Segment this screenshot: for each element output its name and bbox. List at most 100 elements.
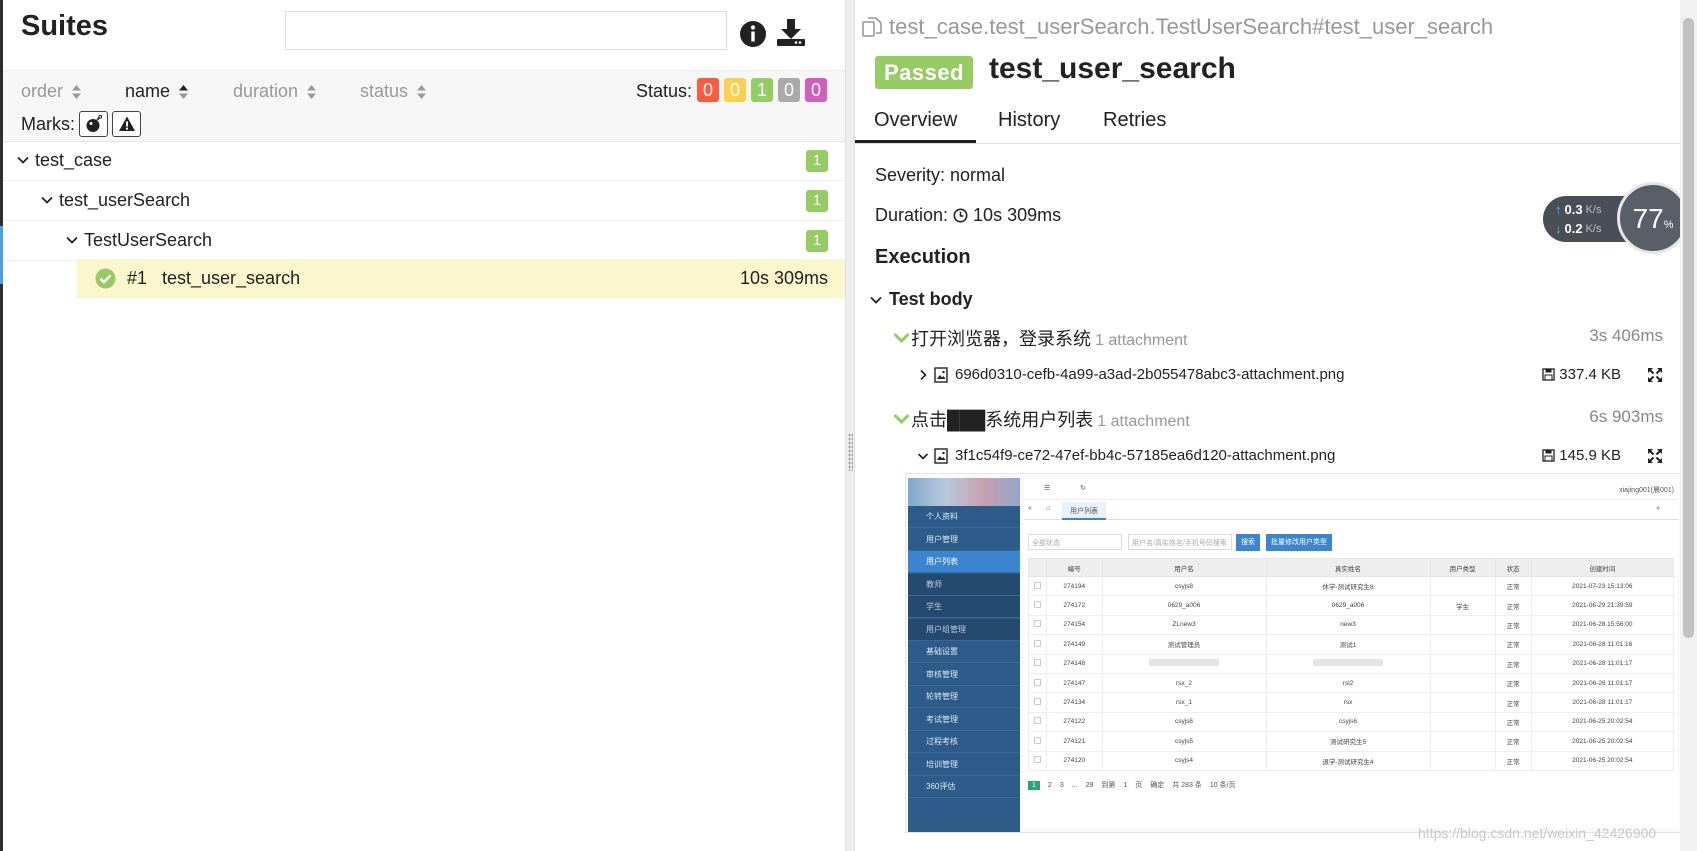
sort-order-label: order	[21, 81, 64, 101]
tab-overview[interactable]: Overview	[855, 109, 977, 143]
preview-row-checkbox	[1028, 653, 1047, 674]
preview-table-cell	[1429, 653, 1496, 674]
preview-nav-item: 轮转管理	[908, 686, 1020, 708]
preview-table-cell: 正常	[1494, 653, 1532, 674]
test-fullname-text: test_case.test_userSearch.TestUserSearch…	[889, 14, 1494, 39]
preview-table-cell: ZLnew3	[1101, 614, 1267, 636]
copy-icon[interactable]	[861, 16, 883, 38]
status-passed-badge[interactable]: 1	[751, 78, 773, 102]
sort-asc-icon	[179, 84, 189, 99]
test-body-toggle[interactable]: Test body	[869, 289, 973, 310]
double-left-icon: «	[1028, 505, 1032, 512]
preview-table-cell: 正常	[1494, 634, 1532, 655]
preview-table-cell: 274149	[1046, 634, 1103, 655]
sort-name[interactable]: name	[125, 81, 189, 102]
tab-retries[interactable]: Retries	[1103, 109, 1166, 140]
tree-node-test-case[interactable]: test_case 1	[3, 141, 845, 181]
test-fullname: test_case.test_userSearch.TestUserSearch…	[861, 14, 1493, 40]
fullscreen-icon[interactable]	[1647, 448, 1663, 464]
preview-table-row: 274134 rsx_1 rsx 正常 2021-06-28 11:01:17	[1028, 692, 1675, 713]
preview-nav-item: 个人资料	[908, 506, 1020, 528]
preview-table-cell: rsx	[1265, 692, 1431, 713]
warning-icon	[118, 116, 135, 131]
preview-table-cell: 2021-06-25 20:02:54	[1530, 731, 1675, 752]
tree-node-count-badge: 1	[806, 150, 828, 172]
preview-pager-item: 页	[1135, 782, 1143, 789]
preview-table-cell: 274154	[1046, 614, 1103, 636]
step-name-text: 打开浏览器，登录系统	[911, 329, 1091, 349]
preview-table-cell: 正常	[1494, 575, 1532, 597]
preview-table-cell: 退学-测试研究生4	[1265, 750, 1431, 771]
preview-table-cell: 0629_a006	[1101, 595, 1267, 616]
attachment-image-preview: 个人资料 用户管理 用户列表 教师 学生 用户组管理 基础设置 审核管理 轮转管理 考试管理 过程考…	[905, 473, 1681, 833]
preview-nav-item: 基础设置	[908, 641, 1020, 663]
sort-status[interactable]: status	[360, 81, 427, 102]
status-filter-counts: 0 0 1 0 0	[697, 78, 827, 102]
download-speed-value: 0.2	[1564, 221, 1583, 236]
fullscreen-icon[interactable]	[1647, 367, 1663, 383]
flaky-mark-button[interactable]	[79, 111, 108, 137]
preview-table-header: 编号 用户名 真实姓名 用户类型 状态 创建时间	[1028, 558, 1675, 577]
step-open-browser[interactable]: 打开浏览器，登录系统 1 attachment 3s 406ms	[893, 324, 1663, 352]
chevron-down-icon	[66, 236, 78, 244]
preview-search-field: 用户名/真实姓名/手机号码搜索	[1128, 534, 1232, 550]
duration-row: Duration: 10s 309ms	[875, 205, 1061, 226]
network-speed-widget[interactable]: ↑ 0.3 K/s ↓ 0.2 K/s 77%	[1543, 182, 1691, 254]
preview-table-cell: 正常	[1494, 750, 1532, 771]
sort-duration[interactable]: duration	[233, 81, 317, 102]
step-click-user-list[interactable]: 点击███系统用户列表 1 attachment 6s 903ms	[893, 405, 1663, 433]
download-speed: ↓ 0.2 K/s	[1555, 221, 1601, 236]
menu-icon: ☰	[1044, 485, 1051, 492]
test-result-row[interactable]: #1 test_user_search 10s 309ms	[77, 259, 845, 298]
preview-table-cell: rsl2	[1265, 672, 1431, 694]
preview-table-row: 274149 测试管理员 测试1 正常 2021-06-28 11:01:16	[1028, 634, 1675, 655]
attachment-row-expanded[interactable]: 3f1c54f9-ce72-47ef-bb4c-57185ea6d120-att…	[917, 444, 1663, 470]
memory-usage-value: 77	[1632, 203, 1664, 234]
preview-pager-item: 1	[1123, 781, 1128, 789]
preview-column-header: 真实姓名	[1265, 558, 1431, 577]
tree-node-testusersearch-class[interactable]: TestUserSearch 1	[3, 221, 845, 261]
tab-history[interactable]: History	[998, 109, 1060, 140]
memory-usage-percent: 77%	[1620, 203, 1686, 235]
preview-user-table: 编号 用户名 真实姓名 用户类型 状态 创建时间 274194 csyjs8 休学-测试研究生…	[1028, 558, 1675, 771]
status-broken-badge[interactable]: 0	[724, 78, 746, 102]
pane-splitter[interactable]	[845, 0, 855, 851]
status-skipped-badge[interactable]: 0	[778, 78, 800, 102]
preview-table-cell: 学生	[1429, 595, 1496, 616]
detail-scrollbar-thumb[interactable]	[1683, 18, 1694, 638]
attachment-name: 696d0310-cefb-4a99-a3ad-2b055478abc3-att…	[955, 366, 1345, 383]
preview-table-cell: 274172	[1046, 595, 1103, 616]
attachment-row[interactable]: 696d0310-cefb-4a99-a3ad-2b055478abc3-att…	[917, 363, 1663, 389]
status-filter-label: Status:	[636, 81, 693, 101]
preview-table-cell: 测试研究生5	[1265, 731, 1431, 752]
clock-icon	[953, 208, 968, 223]
preview-table-cell	[1429, 614, 1496, 636]
status-unknown-badge[interactable]: 0	[805, 78, 827, 102]
preview-row-checkbox	[1028, 575, 1047, 597]
preview-table-cell: 2021-07-23 15:13:06	[1530, 575, 1675, 597]
preview-table-cell: 正常	[1494, 614, 1532, 636]
step-attachment-count: 1 attachment	[1097, 413, 1190, 430]
status-failed-badge[interactable]: 0	[697, 78, 719, 102]
preview-row-checkbox	[1028, 731, 1047, 752]
preview-table-cell	[1429, 692, 1496, 713]
preview-nav-item: 360评估	[908, 776, 1020, 798]
download-speed-unit: K/s	[1585, 222, 1602, 235]
sort-icon	[307, 84, 317, 99]
preview-pager-item: 3	[1059, 781, 1064, 789]
passed-check-icon	[95, 268, 116, 289]
refresh-icon: ↻	[1080, 485, 1086, 492]
preview-row-checkbox	[1028, 750, 1047, 771]
known-issue-mark-button[interactable]	[112, 111, 141, 137]
info-icon[interactable]	[737, 18, 769, 50]
sort-order[interactable]: order	[21, 81, 82, 102]
tree-node-test-usersearch[interactable]: test_userSearch 1	[3, 181, 845, 221]
preview-column-header: 状态	[1494, 558, 1532, 577]
search-input[interactable]	[285, 11, 727, 50]
preview-table-cell: 2021-06-28 11:01:16	[1530, 634, 1675, 655]
page-title: Suites	[21, 10, 109, 42]
download-icon[interactable]	[775, 16, 807, 48]
preview-pager-item: 10 条/页	[1209, 782, 1236, 789]
preview-table-row: 274121 csyjs5 测试研究生5 正常 2021-06-25 20:02:54	[1028, 731, 1675, 752]
sort-icon	[72, 84, 82, 99]
